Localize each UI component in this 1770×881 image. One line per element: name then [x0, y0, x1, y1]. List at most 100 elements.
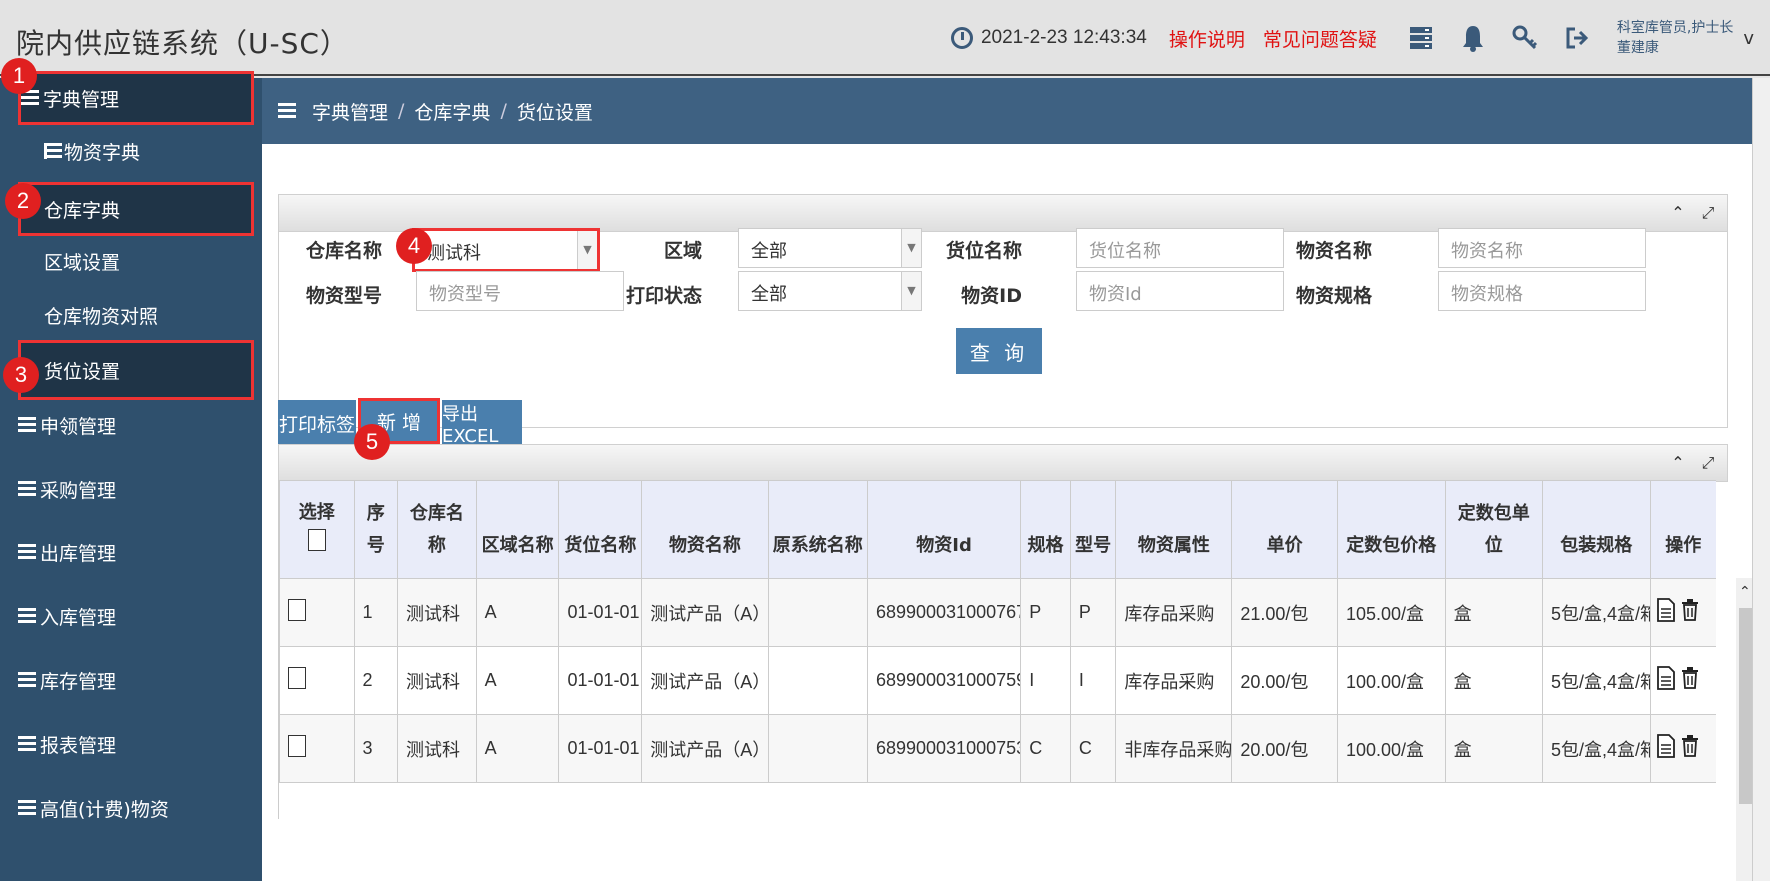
col-header: 仓库名称 [397, 480, 477, 579]
sidebar-item-label: 采购管理 [40, 479, 117, 502]
col-header: 物资属性 [1115, 480, 1233, 579]
logout-icon[interactable] [1562, 23, 1592, 53]
material-label: 物资名称 [1295, 240, 1372, 262]
expand-icon[interactable]: ⤢ [1699, 204, 1717, 222]
filter-panel-header: ⌃ ⤢ [278, 194, 1728, 232]
export-excel-button[interactable]: 导出EXCEL [442, 400, 522, 447]
list-icon [18, 608, 36, 624]
row-select-cell [279, 714, 355, 783]
col-header: 型号 [1069, 480, 1117, 579]
sidebar-item-location-settings[interactable]: 货位设置 [18, 340, 254, 400]
page-scrollbar[interactable] [1752, 78, 1770, 881]
material-input[interactable]: 物资名称 [1438, 228, 1646, 268]
sidebar-item-requisition[interactable]: 申领管理 [18, 398, 254, 452]
chevron-down-icon: ▼ [577, 231, 597, 269]
table-cell: 689900031000753 [866, 714, 1022, 783]
spec-input[interactable]: 物资规格 [1438, 271, 1646, 311]
warehouse-select[interactable]: 测试科 ▼ [412, 228, 600, 272]
select-all-checkbox[interactable] [307, 529, 326, 551]
table-cell: C [1069, 714, 1117, 783]
row-actions [1649, 714, 1716, 783]
table-cell: 测试科 [397, 714, 477, 783]
document-icon[interactable] [1656, 666, 1675, 695]
faq-link[interactable]: 常见问题答疑 [1263, 25, 1377, 52]
table-cell: 盒 [1444, 646, 1543, 715]
list-icon [18, 800, 36, 816]
table-cell: I [1069, 646, 1117, 715]
sidebar-item-area-settings[interactable]: 区域设置 [44, 234, 254, 288]
table-cell: 测试产品（A） [641, 646, 769, 715]
main-content: 字典管理 / 仓库字典 / 货位设置 ⌃ ⤢ 仓库名称 测试科 ▼ 区域 全部 … [262, 78, 1756, 881]
row-checkbox[interactable] [288, 735, 306, 757]
trash-icon[interactable] [1681, 667, 1699, 694]
breadcrumb-item[interactable]: 仓库字典 [414, 98, 490, 125]
model-input[interactable]: 物资型号 [416, 271, 624, 311]
table-cell: 3 [353, 714, 399, 783]
area-select[interactable]: 全部 ▼ [738, 228, 922, 268]
material-id-input[interactable]: 物资Id [1076, 271, 1284, 311]
annotation-badge-5: 5 [354, 424, 390, 460]
table-cell: C [1020, 714, 1071, 783]
col-header: 操作 [1649, 480, 1716, 579]
datetime: 2021-2-23 12:43:34 [980, 27, 1147, 48]
print-status-select[interactable]: 全部 ▼ [738, 271, 922, 311]
breadcrumb-item[interactable]: 字典管理 [312, 98, 388, 125]
collapse-icon[interactable]: ⌃ [1669, 454, 1687, 472]
user-name: 董建康 [1616, 40, 1659, 56]
table-cell: 测试科 [397, 578, 477, 647]
key-icon[interactable] [1510, 23, 1540, 53]
clock-icon [950, 27, 973, 49]
sidebar-item-dictionary[interactable]: 字典管理 [18, 71, 254, 125]
area-label: 区域 [663, 240, 702, 262]
table-cell: 5包/盒,4盒/箱 [1541, 578, 1651, 647]
sidebar-item-material-dictionary[interactable]: 物资字典 [44, 124, 254, 178]
sidebar-item-label: 物资字典 [64, 141, 141, 164]
table-cell: 689900031000759 [866, 646, 1022, 715]
sidebar-item-label: 申领管理 [40, 415, 117, 438]
chevron-down-icon: ▼ [901, 272, 921, 310]
row-checkbox[interactable] [288, 599, 306, 621]
col-header: 序号 [353, 480, 399, 579]
sidebar-item-warehouse-dictionary[interactable]: 仓库字典 [18, 182, 254, 236]
sidebar-item-purchase[interactable]: 采购管理 [18, 462, 254, 516]
row-checkbox[interactable] [288, 667, 306, 689]
sidebar-item-label: 仓库物资对照 [44, 305, 159, 328]
trash-icon[interactable] [1681, 735, 1699, 762]
document-icon[interactable] [1656, 734, 1675, 763]
sidebar-item-outbound[interactable]: 出库管理 [18, 525, 254, 579]
server-icon[interactable] [1406, 23, 1436, 53]
table-cell: 100.00/盒 [1336, 714, 1446, 783]
user-role: 科室库管员,护士长 [1616, 20, 1734, 36]
trash-icon[interactable] [1681, 599, 1699, 626]
sidebar-item-high-value[interactable]: 高值(计费)物资 [18, 781, 254, 835]
location-input[interactable]: 货位名称 [1076, 228, 1284, 268]
collapse-icon[interactable]: ⌃ [1669, 204, 1687, 222]
sidebar-item-warehouse-material-map[interactable]: 仓库物资对照 [44, 288, 254, 342]
col-header: 定数包价格 [1336, 480, 1446, 579]
scrollbar-thumb[interactable] [1739, 608, 1753, 804]
document-icon[interactable] [1656, 598, 1675, 627]
table-cell: I [1020, 646, 1071, 715]
sidebar-item-inbound[interactable]: 入库管理 [18, 589, 254, 643]
chevron-down-icon[interactable]: v [1743, 28, 1754, 49]
sidebar-item-reports[interactable]: 报表管理 [18, 717, 254, 771]
print-label-button[interactable]: 打印标签 [278, 400, 356, 446]
location-table: 选择 序号 仓库名称 区域名称 货位名称 物资名称 原系统名称 物资Id 规格 … [278, 480, 1716, 819]
user-info[interactable]: 科室库管员,护士长 董建康 [1617, 18, 1733, 58]
help-link[interactable]: 操作说明 [1169, 25, 1245, 52]
row-actions [1649, 578, 1716, 647]
bell-icon[interactable] [1458, 23, 1488, 53]
sidebar-item-label: 库存管理 [40, 670, 117, 693]
menu-icon[interactable] [278, 103, 296, 119]
table-cell: 测试科 [397, 646, 477, 715]
col-header: 货位名称 [558, 480, 643, 579]
query-button[interactable]: 查 询 [956, 328, 1042, 374]
expand-icon[interactable]: ⤢ [1699, 454, 1717, 472]
sidebar-item-label: 出库管理 [40, 542, 117, 565]
sidebar-item-inventory[interactable]: 库存管理 [18, 653, 254, 707]
model-label: 物资型号 [305, 285, 382, 307]
table-cell: 5包/盒,4盒/箱 [1541, 714, 1651, 783]
col-header: 包装规格 [1541, 480, 1651, 579]
scroll-up-icon[interactable]: ⌃ [1739, 584, 1751, 600]
list-icon [18, 481, 36, 497]
